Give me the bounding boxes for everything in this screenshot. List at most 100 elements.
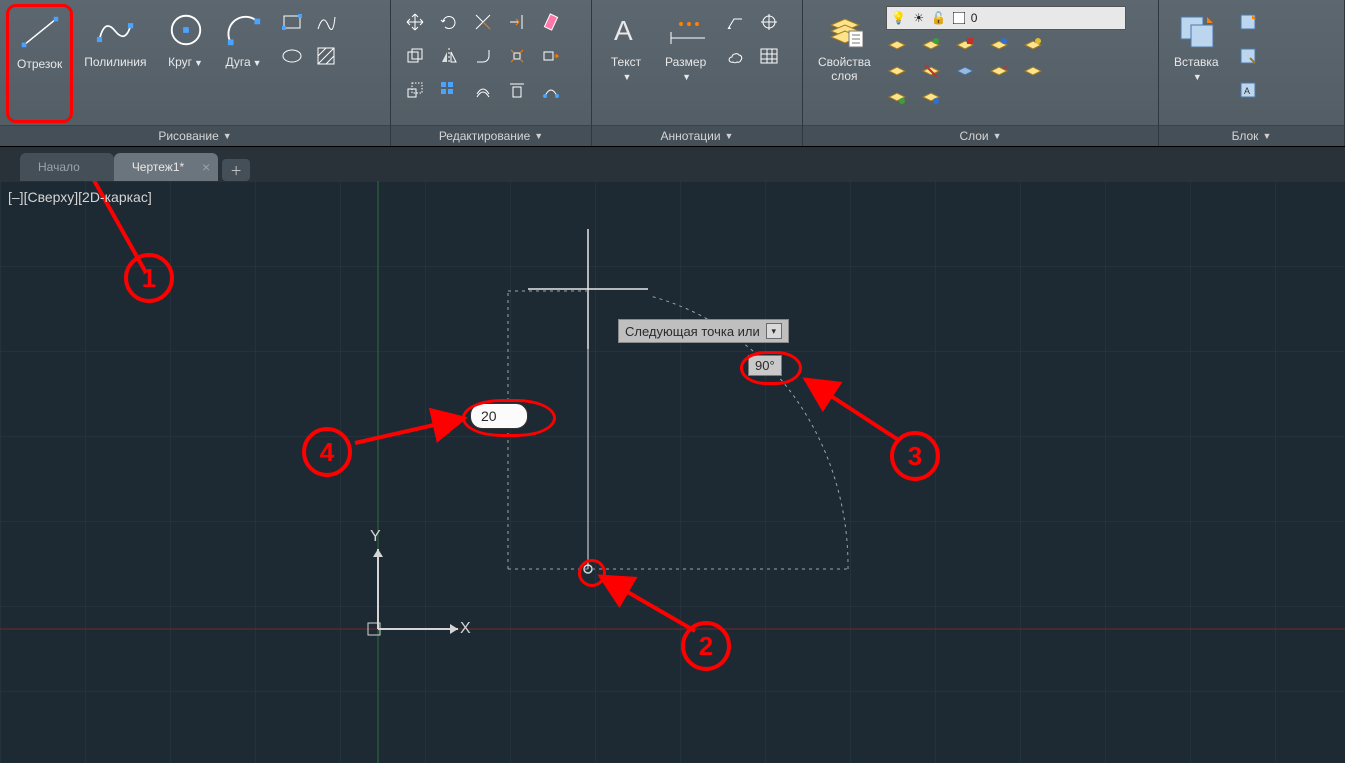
block-edit-icon[interactable]	[1232, 40, 1264, 72]
rotate-icon[interactable]	[433, 6, 465, 38]
svg-text:X: X	[460, 620, 471, 637]
fillet-icon[interactable]	[467, 40, 499, 72]
centermark-icon[interactable]	[753, 6, 785, 38]
lock-icon: 🔓	[931, 10, 947, 26]
layer-props-icon	[825, 11, 863, 49]
callout-2: 2	[681, 621, 731, 671]
view-label[interactable]: [–][Сверху][2D-каркас]	[8, 189, 152, 205]
trim-icon[interactable]	[467, 6, 499, 38]
ellipse-icon[interactable]	[276, 40, 308, 72]
polyline-button[interactable]: Полилиния	[75, 4, 155, 123]
layer-props-button[interactable]: Свойства слоя	[809, 4, 880, 123]
svg-text:Y: Y	[370, 528, 381, 545]
spline-icon[interactable]	[310, 6, 342, 38]
canvas-svg: X Y	[0, 181, 1345, 763]
draw-small-grid	[274, 4, 344, 123]
extend-icon[interactable]	[501, 6, 533, 38]
arc-label: Дуга▼	[225, 55, 261, 70]
circle-icon	[167, 11, 205, 49]
dim-label: Размер▼	[665, 55, 706, 84]
layer-tool-9[interactable]: ✕	[984, 60, 1014, 82]
panel-anno-title[interactable]: Аннотации▼	[592, 125, 802, 146]
copy-icon[interactable]	[399, 40, 431, 72]
callout-ring-angle	[740, 351, 802, 385]
insert-button[interactable]: Вставка▼	[1165, 4, 1228, 123]
dynamic-prompt: Следующая точка или ▾	[618, 319, 789, 343]
array-icon[interactable]	[433, 74, 465, 106]
explode-icon[interactable]	[501, 40, 533, 72]
insert-icon	[1177, 11, 1215, 49]
panel-layers: Свойства слоя 💡 ☀ 🔓 0	[803, 0, 1159, 146]
polyline-label: Полилиния	[84, 55, 146, 69]
layer-tool-3[interactable]	[950, 34, 980, 56]
line-label: Отрезок	[17, 57, 62, 71]
sun-icon: ☀	[911, 10, 927, 26]
panel-edit: Редактирование▼	[391, 0, 592, 146]
svg-text:✕: ✕	[1002, 65, 1008, 72]
erase-icon[interactable]	[535, 6, 567, 38]
block-attr-icon[interactable]: A	[1232, 74, 1264, 106]
scale-icon[interactable]	[399, 74, 431, 106]
layer-tool-10[interactable]	[1018, 60, 1048, 82]
circle-label: Круг▼	[168, 55, 203, 70]
panel-edit-title[interactable]: Редактирование▼	[391, 125, 591, 146]
text-icon: A	[607, 11, 645, 49]
revcloud-icon[interactable]	[719, 40, 751, 72]
polyline-icon	[96, 11, 134, 49]
layer-tool-2[interactable]	[916, 34, 946, 56]
layer-dropdown[interactable]: 💡 ☀ 🔓 0	[886, 6, 1126, 30]
panel-block-title[interactable]: Блок▼	[1159, 125, 1344, 146]
layer-tools: ✕	[882, 32, 1130, 110]
panel-draw: Отрезок Полилиния Круг▼ Дуга▼	[0, 0, 391, 146]
rectangle-icon[interactable]	[276, 6, 308, 38]
hatch-icon[interactable]	[310, 40, 342, 72]
callout-3: 3	[890, 431, 940, 481]
dim-button[interactable]: Размер▼	[656, 4, 715, 123]
text-label: Текст▼	[611, 55, 641, 84]
block-grid: A	[1230, 4, 1266, 123]
tab-start[interactable]: Начало	[20, 153, 114, 181]
leader-icon[interactable]	[719, 6, 751, 38]
prompt-dropdown-icon[interactable]: ▾	[766, 323, 782, 339]
callout-4: 4	[302, 427, 352, 477]
block-create-icon[interactable]	[1232, 6, 1264, 38]
callout-ring-start	[578, 559, 606, 587]
line-icon	[21, 13, 59, 51]
file-tabs: Начало Чертеж1* × ＋	[0, 147, 1345, 181]
offset-icon[interactable]	[467, 74, 499, 106]
text-button[interactable]: A Текст▼	[598, 4, 654, 123]
svg-text:A: A	[614, 15, 633, 46]
bulb-icon: 💡	[891, 10, 907, 26]
layer-name: 0	[971, 11, 978, 25]
panel-block: Вставка▼ A Блок▼	[1159, 0, 1345, 146]
dimension-icon	[667, 11, 705, 49]
add-tab-button[interactable]: ＋	[222, 159, 250, 181]
line-button[interactable]: Отрезок	[6, 4, 73, 123]
swatch-icon	[951, 10, 967, 26]
callout-1: 1	[124, 253, 174, 303]
layer-tool-1[interactable]	[882, 34, 912, 56]
layer-props-label: Свойства слоя	[818, 55, 871, 83]
stretch-icon[interactable]	[535, 40, 567, 72]
layer-tool-8[interactable]	[950, 60, 980, 82]
mirror-icon[interactable]	[433, 40, 465, 72]
layer-tool-6[interactable]	[882, 60, 912, 82]
ribbon: Отрезок Полилиния Круг▼ Дуга▼	[0, 0, 1345, 147]
layer-tool-7[interactable]	[916, 60, 946, 82]
drawing-area[interactable]: X Y [–][Сверху][2D-каркас] Следующа	[0, 181, 1345, 763]
move-icon[interactable]	[399, 6, 431, 38]
arc-button[interactable]: Дуга▼	[216, 4, 272, 123]
layer-tool-4[interactable]	[984, 34, 1014, 56]
circle-button[interactable]: Круг▼	[158, 4, 214, 123]
align-icon[interactable]	[501, 74, 533, 106]
panel-layers-title[interactable]: Слои▼	[803, 125, 1158, 146]
layer-tool-11[interactable]	[882, 86, 912, 108]
layer-tool-12[interactable]	[916, 86, 946, 108]
tab-drawing1[interactable]: Чертеж1* ×	[114, 153, 218, 181]
panel-draw-title[interactable]: Рисование▼	[0, 125, 390, 146]
close-icon[interactable]: ×	[202, 159, 210, 175]
table-icon[interactable]	[753, 40, 785, 72]
insert-label: Вставка▼	[1174, 55, 1219, 84]
layer-tool-5[interactable]	[1018, 34, 1048, 56]
join-icon[interactable]	[535, 74, 567, 106]
